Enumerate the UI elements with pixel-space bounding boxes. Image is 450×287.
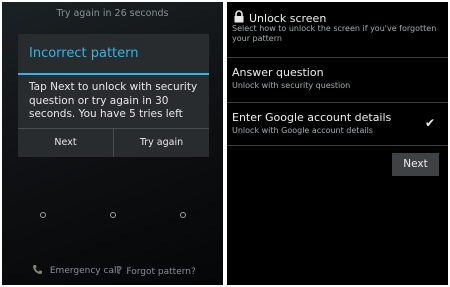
pattern-dot[interactable]	[40, 212, 46, 218]
option-subtitle: Unlock with Google account details	[232, 126, 373, 135]
option-title: Enter Google account details	[232, 111, 392, 124]
pattern-dot[interactable]	[110, 212, 116, 218]
try-again-button[interactable]: Try again	[114, 129, 209, 157]
forgot-pattern-button[interactable]: ? Forgot pattern?	[116, 264, 196, 277]
option-answer-question[interactable]: Answer question Unlock with security que…	[232, 66, 442, 90]
dialog-title-divider	[18, 73, 209, 75]
emergency-call-button[interactable]: Emergency call	[32, 264, 119, 276]
divider	[227, 145, 448, 146]
unlock-screen-header: Unlock screen	[233, 10, 326, 25]
phone-icon	[32, 265, 46, 276]
option-subtitle: Unlock with security question	[232, 81, 351, 90]
divider	[227, 102, 448, 103]
unlock-screen-options: Unlock screen Select how to unlock the s…	[227, 2, 448, 285]
page-subtitle: Select how to unlock the screen if you'v…	[232, 24, 437, 43]
divider	[227, 57, 448, 58]
forgot-pattern-label: Forgot pattern?	[126, 267, 196, 277]
dialog-next-button[interactable]: Next	[18, 129, 113, 157]
option-title: Answer question	[232, 66, 324, 79]
next-button[interactable]: Next	[392, 153, 439, 176]
checkmark-icon: ✔	[425, 116, 436, 130]
lockout-message: Try again in 26 seconds	[56, 8, 169, 19]
pattern-lock-screen: Try again in 26 seconds Incorrect patter…	[2, 2, 223, 285]
emergency-call-label: Emergency call	[49, 266, 119, 276]
option-google-account[interactable]: Enter Google account details Unlock with…	[232, 111, 442, 135]
lock-icon	[233, 10, 247, 25]
pattern-dot[interactable]	[180, 212, 186, 218]
incorrect-pattern-dialog: Incorrect pattern Tap Next to unlock wit…	[18, 34, 209, 157]
dialog-title: Incorrect pattern	[29, 46, 139, 61]
dialog-message: Tap Next to unlock with security questio…	[29, 81, 198, 120]
question-mark-icon: ?	[116, 264, 123, 277]
